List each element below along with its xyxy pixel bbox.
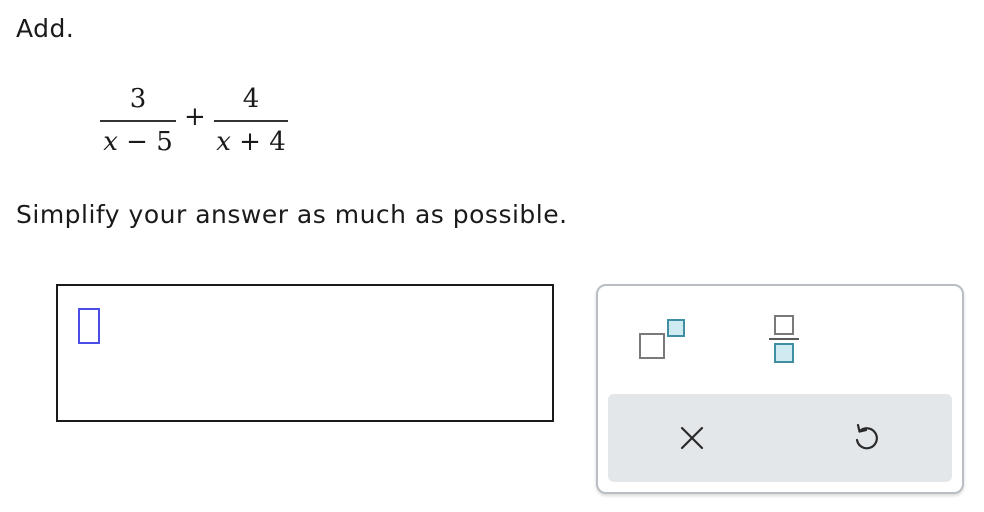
problem-page: Add. 3 x − 5 + 4 x + 4 Simplify your ans… bbox=[0, 0, 984, 512]
fraction-bar-1 bbox=[100, 120, 176, 122]
undo-button[interactable] bbox=[840, 412, 892, 464]
instruction-text: Add. bbox=[16, 14, 75, 43]
undo-icon bbox=[855, 423, 878, 450]
fraction-term-1: 3 x − 5 bbox=[100, 82, 176, 159]
action-bar bbox=[608, 394, 952, 482]
math-palette bbox=[596, 284, 964, 494]
answer-input-box[interactable] bbox=[56, 284, 554, 422]
plus-operator: + bbox=[184, 102, 206, 132]
denominator-1-rest: − 5 bbox=[117, 127, 173, 157]
close-icon bbox=[680, 426, 704, 450]
exponent-button[interactable] bbox=[634, 312, 690, 368]
fraction-term-2: 4 x + 4 bbox=[214, 82, 288, 159]
denominator-1: x − 5 bbox=[103, 125, 173, 159]
numerator-1: 3 bbox=[129, 84, 147, 114]
fraction-button[interactable] bbox=[756, 312, 812, 368]
simplify-instruction: Simplify your answer as much as possible… bbox=[16, 200, 568, 229]
denominator-2-variable: x bbox=[216, 127, 231, 157]
fraction-bar-2 bbox=[214, 120, 288, 122]
fraction-icon bbox=[769, 315, 799, 363]
superscript-icon bbox=[639, 319, 685, 359]
denominator-2: x + 4 bbox=[216, 125, 286, 159]
denominator-2-rest: + 4 bbox=[230, 127, 286, 157]
clear-button[interactable] bbox=[666, 412, 718, 464]
answer-placeholder-slot[interactable] bbox=[78, 308, 100, 344]
numerator-2: 4 bbox=[242, 84, 260, 114]
denominator-1-variable: x bbox=[103, 127, 118, 157]
